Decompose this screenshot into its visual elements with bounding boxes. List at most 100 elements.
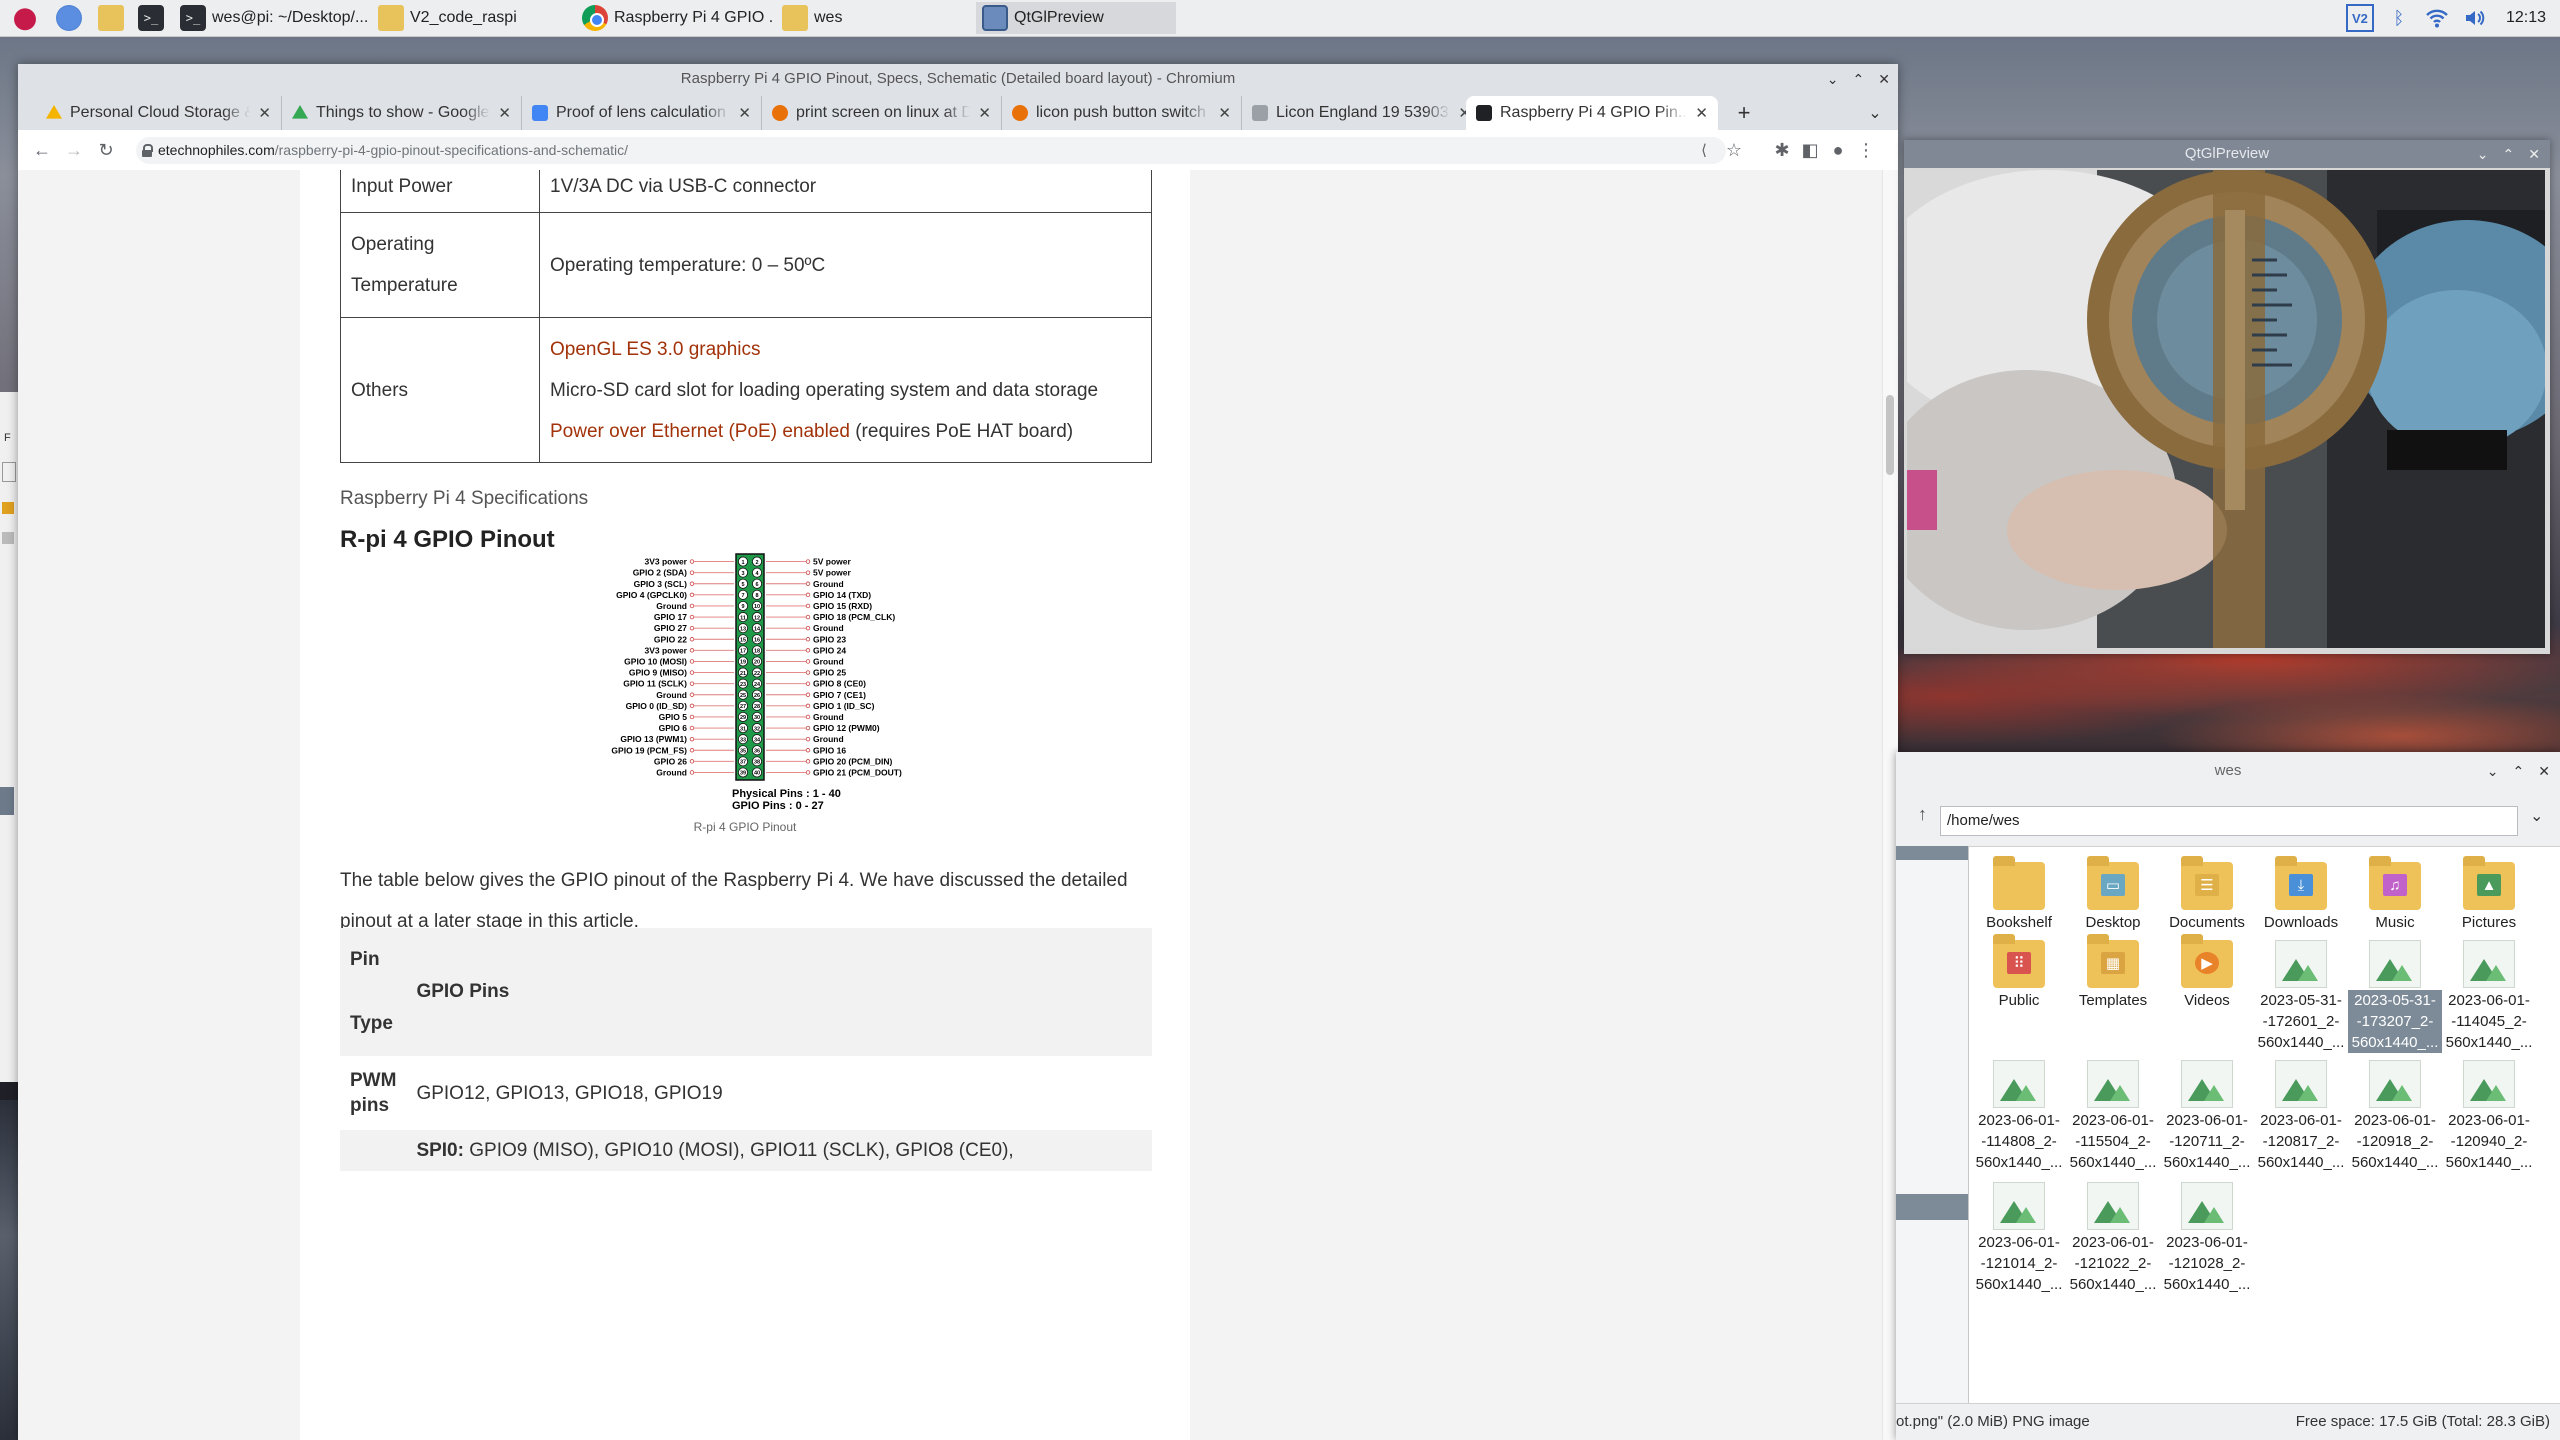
folder-music[interactable]: ♫ Music — [2348, 856, 2442, 933]
taskbar-item-terminal[interactable]: >_ wes@pi: ~/Desktop/... — [174, 2, 370, 34]
documents-folder-icon: ☰ — [2181, 856, 2233, 910]
poe-link[interactable]: Power over Ethernet (PoE) enabled — [550, 421, 850, 442]
image-file[interactable]: 2023-06-01--120817_2-560x1440_... — [2254, 1060, 2348, 1173]
places-sidebar[interactable] — [1896, 846, 1969, 1404]
tab-close-icon[interactable]: ✕ — [498, 104, 511, 122]
google-docs-icon — [532, 105, 548, 121]
profile-button[interactable]: ● — [1826, 138, 1850, 162]
terminal-launcher[interactable]: >_ — [132, 2, 166, 34]
browser-menu-button[interactable]: ⋮ — [1854, 138, 1878, 162]
share-button[interactable]: ⟨ — [1692, 138, 1716, 162]
back-button[interactable]: ← — [30, 138, 54, 162]
image-file-selected[interactable]: 2023-05-31--173207_2-560x1440_... — [2348, 940, 2442, 1053]
tab-close-icon[interactable]: ✕ — [978, 104, 991, 122]
close-icon[interactable]: ✕ — [2538, 763, 2550, 780]
spec-key: Operating Temperature — [340, 212, 540, 318]
folder-public[interactable]: ⠿ Public — [1972, 934, 2066, 1011]
tab-close-icon[interactable]: ✕ — [1695, 104, 1708, 122]
scrollbar-thumb[interactable] — [1886, 395, 1894, 475]
folder-videos[interactable]: ▶ Videos — [2160, 934, 2254, 1011]
folder-glyph: ♫ — [2383, 874, 2407, 896]
folder-downloads[interactable]: ⤓ Downloads — [2254, 856, 2348, 933]
minimize-icon[interactable]: ⌄ — [2477, 146, 2489, 163]
tab-search-button[interactable]: ⌄ — [1858, 96, 1892, 130]
file-manager-launcher[interactable] — [92, 2, 126, 34]
tab-close-icon[interactable]: ✕ — [1218, 104, 1231, 122]
folder-pictures[interactable]: ▲ Pictures — [2442, 856, 2536, 933]
image-file[interactable]: 2023-06-01--114808_2-560x1440_... — [1972, 1060, 2066, 1173]
parent-directory-icon[interactable]: ↑ — [1918, 804, 1927, 825]
tab-raspberry-pi-gpio[interactable]: Raspberry Pi 4 GPIO Pin... ✕ — [1466, 96, 1718, 130]
tab-things-to-show[interactable]: Things to show - Google ... ✕ — [282, 96, 522, 130]
maximize-icon[interactable]: ⌃ — [2503, 146, 2515, 163]
web-page-viewport[interactable]: Input Power 1V/3A DC via USB-C connector… — [18, 170, 1883, 1440]
taskbar-item-v2-code[interactable]: V2_code_raspi — [372, 2, 572, 34]
folder-desktop[interactable]: ▭ Desktop — [2066, 856, 2160, 933]
gpio-pins-text: GPIO9 (MISO), GPIO10 (MOSI), GPIO11 (SCL… — [463, 1140, 1014, 1161]
tab-close-icon[interactable]: ✕ — [738, 104, 751, 122]
bookmark-button[interactable]: ☆ — [1722, 138, 1746, 162]
image-file[interactable]: 2023-06-01--120940_2-560x1440_... — [2442, 1060, 2536, 1173]
tab-licon-push-button[interactable]: licon push button switch ... ✕ — [1002, 96, 1242, 130]
folder-templates[interactable]: ▦ Templates — [2066, 934, 2160, 1011]
image-file[interactable]: 2023-06-01--120918_2-560x1440_... — [2348, 1060, 2442, 1173]
new-tab-button[interactable]: + — [1724, 96, 1764, 130]
minimize-icon[interactable]: ⌄ — [2487, 763, 2499, 780]
taskbar-item-chromium[interactable]: Raspberry Pi 4 GPIO ... — [576, 2, 772, 34]
chevron-down-icon[interactable]: ⌄ — [2530, 806, 2543, 826]
poe-suffix: (requires PoE HAT board) — [849, 420, 1074, 442]
window-title-bar[interactable]: QtGlPreview — [1904, 140, 2550, 168]
side-panel-button[interactable]: ◧ — [1798, 138, 1822, 162]
volume-icon[interactable] — [2462, 5, 2488, 31]
more-vertical-icon: ⋮ — [1857, 139, 1875, 160]
minimize-icon[interactable]: ⌄ — [1827, 71, 1839, 88]
web-browser-launcher[interactable] — [50, 2, 84, 34]
folder-bookshelf[interactable]: Bookshelf — [1972, 856, 2066, 933]
tab-proof-of-lens[interactable]: Proof of lens calculation ... ✕ — [522, 96, 762, 130]
image-file[interactable]: 2023-06-01--121022_2-560x1440_... — [2066, 1182, 2160, 1295]
pin-label-right: GPIO 18 (PCM_CLK) — [813, 612, 895, 622]
pin-number: 5 — [741, 582, 744, 588]
pin-lead-dot — [805, 770, 811, 775]
taskbar-item-qtglpreview[interactable]: QtGlPreview — [976, 2, 1176, 34]
maximize-icon[interactable]: ⌃ — [1853, 71, 1865, 88]
image-file[interactable]: 2023-06-01--114045_2-560x1440_... — [2442, 940, 2536, 1053]
image-file[interactable]: 2023-05-31--172601_2-560x1440_... — [2254, 940, 2348, 1053]
reload-button[interactable]: ↻ — [94, 138, 118, 162]
clock[interactable]: 12:13 — [2506, 9, 2546, 27]
folder-documents[interactable]: ☰ Documents — [2160, 856, 2254, 933]
image-file[interactable]: 2023-06-01--121014_2-560x1440_... — [1972, 1182, 2066, 1295]
tab-cloud-storage[interactable]: Personal Cloud Storage & ... ✕ — [36, 96, 282, 130]
pin-number: 10 — [754, 604, 760, 610]
gpio-pins: SPI0: GPIO9 (MISO), GPIO10 (MOSI), GPIO1… — [406, 1130, 1152, 1171]
image-file[interactable]: 2023-06-01--120711_2-560x1440_... — [2160, 1060, 2254, 1173]
image-file[interactable]: 2023-06-01--115504_2-560x1440_... — [2066, 1060, 2160, 1173]
wifi-icon[interactable] — [2424, 5, 2450, 31]
image-file[interactable]: 2023-06-01--121028_2-560x1440_... — [2160, 1182, 2254, 1295]
background-window-edge[interactable]: F — [0, 392, 19, 1082]
pin-number: 39 — [740, 771, 746, 777]
tab-label: Raspberry Pi 4 GPIO Pin... — [1500, 104, 1688, 121]
pin-number: 37 — [740, 760, 746, 766]
pin-label-right: GPIO 16 — [813, 745, 846, 755]
tab-print-screen[interactable]: print screen on linux at D... ✕ — [762, 96, 1002, 130]
taskbar-item-wes[interactable]: wes — [776, 2, 976, 34]
address-bar[interactable]: etechnophiles.com/raspberry-pi-4-gpio-pi… — [136, 137, 1726, 164]
vnc-icon[interactable]: V2 — [2345, 4, 2374, 32]
forward-button[interactable]: → — [62, 138, 86, 162]
tab-close-icon[interactable]: ✕ — [258, 104, 271, 122]
close-icon[interactable]: ✕ — [2528, 146, 2540, 163]
close-icon[interactable]: ✕ — [1878, 71, 1890, 88]
extensions-button[interactable]: ✱ — [1770, 138, 1794, 162]
window-title-bar[interactable]: wes — [1896, 752, 2560, 790]
file-name: 2023-06-01--121028_2-560x1440_... — [2163, 1234, 2251, 1293]
tab-licon-england[interactable]: Licon England 19 53903 ... ✕ — [1242, 96, 1482, 130]
window-title-bar[interactable]: Raspberry Pi 4 GPIO Pinout, Specs, Schem… — [18, 64, 1898, 94]
path-bar[interactable]: /home/wes — [1940, 806, 2518, 836]
maximize-icon[interactable]: ⌃ — [2513, 763, 2525, 780]
raspberry-menu-button[interactable] — [6, 2, 40, 34]
pin-number: 12 — [754, 615, 760, 621]
pin-number: 14 — [754, 626, 761, 632]
bluetooth-icon[interactable]: ᛒ — [2386, 5, 2412, 31]
opengl-link[interactable]: OpenGL ES 3.0 graphics — [550, 329, 1141, 370]
